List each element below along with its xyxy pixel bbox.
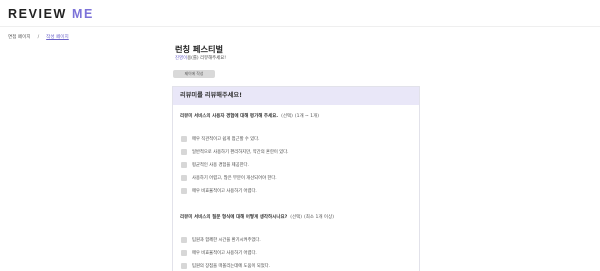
option-label: 팀원의 장점을 떠올리는데에 도움이 되었다.: [192, 263, 270, 269]
question-1-type: (선택): [281, 114, 293, 119]
question-1: 리뷰미 서비스의 사용자 경험에 대해 평가해 주세요. (선택) (1개 ~ 1개…: [180, 113, 319, 119]
breadcrumb-current[interactable]: 작성 페이지: [46, 35, 69, 40]
logo-text-me: ME: [72, 7, 94, 21]
question-2-count: (최소 1개 이상): [304, 215, 334, 220]
option-label: 매우 비효율적이고 사용하기 어렵다.: [192, 188, 257, 194]
card-header: 리뷰미를 리뷰해주세요!: [173, 87, 419, 105]
question-1-count: (1개 ~ 1개): [294, 114, 320, 119]
page-title: 런칭 페스티벌: [175, 44, 224, 54]
question-2-text: 리뷰미 서비스의 질문 형식에 대해 어떻게 생각하시나요?: [180, 215, 288, 220]
checkbox[interactable]: [181, 262, 187, 269]
option-checkbox[interactable]: 사용하기 어렵고, 많은 부분이 개선되어야 한다.: [181, 167, 277, 181]
reviewee-nickname: 진영이: [175, 56, 188, 61]
question-2-type: (선택): [290, 215, 303, 220]
option-checkbox[interactable]: 팀원과 함께한 시간을 환기시켜주었다.: [181, 229, 261, 243]
option-checkbox[interactable]: 매우 비효율적이고 사용하기 어렵다.: [181, 242, 257, 256]
top-bar: REVIEW ME: [0, 0, 600, 27]
subtitle-text: 용(를) 리뷰해주세요!: [187, 56, 227, 61]
rewrite-button[interactable]: 제이에 작성: [173, 70, 215, 78]
logo-text-review: REVIEW: [8, 7, 67, 21]
option-checkbox[interactable]: 팀원의 장점을 떠올리는데에 도움이 되었다.: [181, 255, 270, 269]
breadcrumb-home[interactable]: 면접 페이지: [8, 35, 31, 40]
logo[interactable]: REVIEW ME: [8, 7, 94, 21]
breadcrumb-separator: /: [37, 35, 40, 40]
option-checkbox[interactable]: 매우 비효율적이고 사용하기 어렵다.: [181, 180, 257, 194]
option-checkbox[interactable]: 평균적인 사용 경험을 제공한다.: [181, 154, 249, 168]
question-1-text: 리뷰미 서비스의 사용자 경험에 대해 평가해 주세요.: [180, 114, 279, 119]
page-subtitle: 진영이용(를) 리뷰해주세요!: [175, 55, 226, 61]
option-checkbox[interactable]: 매우 직관적이고 쉽게 접근할 수 있다.: [181, 128, 260, 142]
checkbox[interactable]: [181, 187, 187, 194]
breadcrumb: 면접 페이지 / 작성 페이지: [8, 34, 69, 40]
review-card: 리뷰미를 리뷰해주세요! 리뷰미 서비스의 사용자 경험에 대해 평가해 주세요…: [172, 86, 420, 271]
option-checkbox[interactable]: 일반적으로 사용하기 편리하지만, 약간의 혼란이 있다.: [181, 141, 289, 155]
question-2: 리뷰미 서비스의 질문 형식에 대해 어떻게 생각하시나요? (선택) (최소 1개…: [180, 214, 334, 220]
